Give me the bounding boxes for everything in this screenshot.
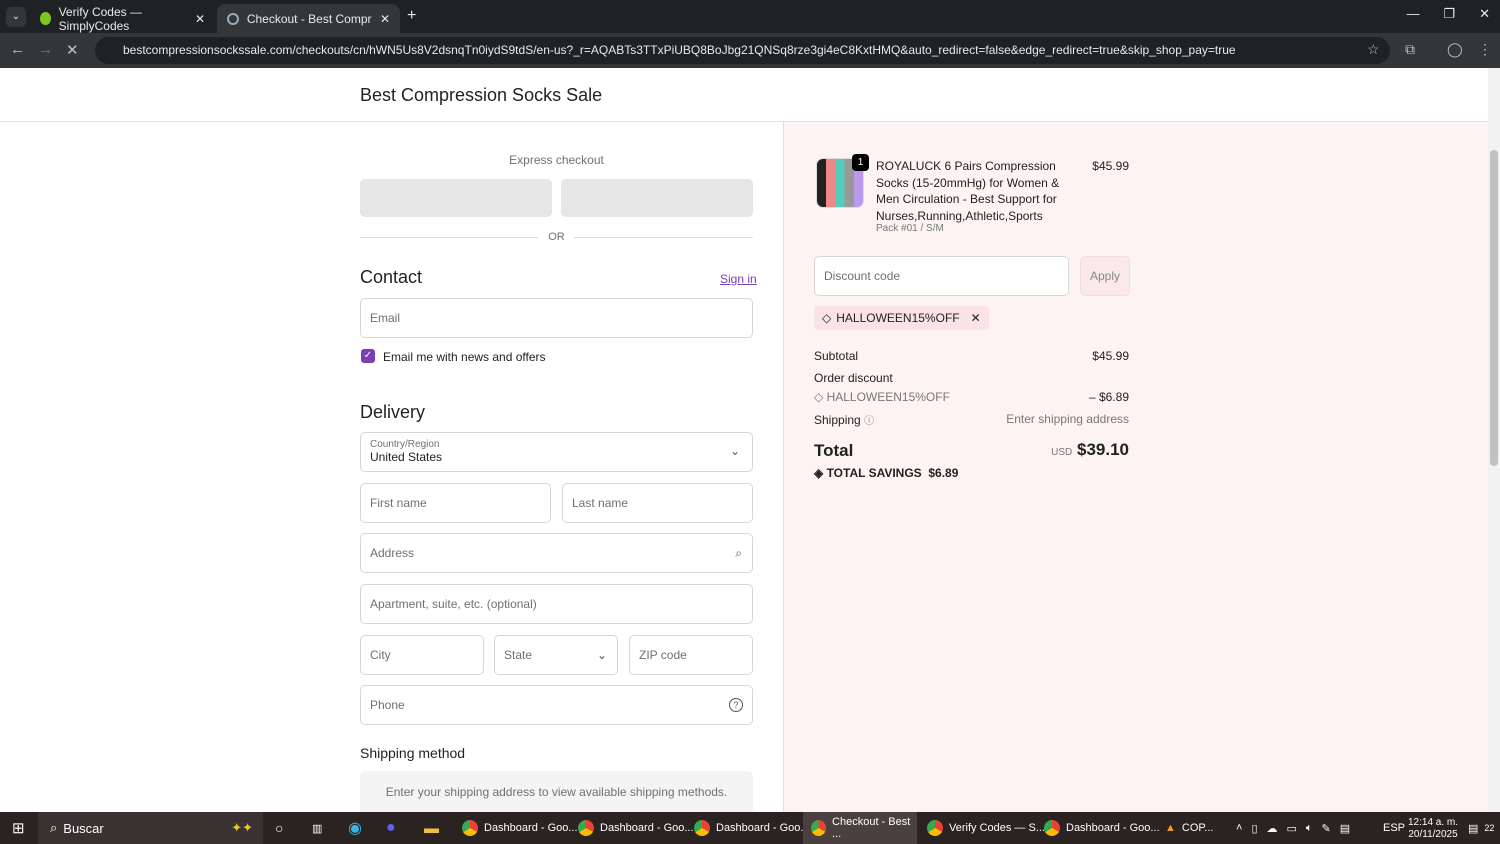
news-checkbox[interactable]: ✓	[361, 349, 375, 363]
forward-icon[interactable]: →	[38, 41, 53, 58]
quantity-badge: 1	[852, 154, 869, 171]
taskbar-item[interactable]: Dashboard - Goo...	[1044, 812, 1160, 844]
close-tab-icon[interactable]: ✕	[380, 12, 390, 26]
edge-icon[interactable]: ◉	[348, 812, 362, 844]
city-field[interactable]: City	[360, 635, 484, 675]
discount-amount: – $6.89	[1088, 390, 1129, 404]
total-savings: ◈ TOTAL SAVINGS $6.89	[814, 466, 959, 480]
cortana-icon[interactable]: ○	[275, 812, 283, 844]
taskbar-item[interactable]: Dashboard - Goo...	[694, 812, 810, 844]
loading-icon	[227, 12, 239, 25]
or-label: OR	[548, 231, 565, 243]
discount-code-field[interactable]: Discount code	[814, 256, 1069, 296]
help-icon[interactable]: ⓘ	[864, 416, 874, 427]
address-field[interactable]: Address ⌕	[360, 533, 753, 573]
tab-label: Checkout - Best Compression S	[246, 11, 372, 26]
scrollbar-thumb[interactable]	[1490, 150, 1498, 466]
taskbar-item[interactable]: ▲ COP...	[1165, 812, 1213, 844]
delivery-heading: Delivery	[360, 402, 426, 422]
news-checkbox-label: Email me with news and offers	[383, 350, 546, 364]
product-variant: Pack #01 / S/M	[876, 223, 944, 234]
language-indicator[interactable]: ESP	[1383, 812, 1405, 844]
address-bar: ← → ✕ bestcompressionsockssale.com/check…	[0, 33, 1500, 68]
notifications-icon[interactable]: ▤ 22	[1468, 812, 1494, 844]
taskbar-search[interactable]: ⌕ Buscar ✦✦	[38, 812, 263, 844]
country-select[interactable]: Country/Region United States ⌄	[360, 432, 753, 472]
chevron-down-icon: ⌄	[596, 648, 607, 662]
divider	[574, 237, 753, 238]
clock[interactable]: 12:14 a. m. 20/11/2025	[1408, 812, 1458, 844]
total-value: USD $39.10	[1051, 440, 1129, 459]
new-tab-icon[interactable]: +	[407, 7, 416, 25]
shipping-method-heading: Shipping method	[360, 745, 466, 761]
tab-verify-codes[interactable]: Verify Codes — SimplyCodes ✕	[30, 4, 215, 33]
file-explorer-icon[interactable]: ▬	[424, 812, 439, 844]
apply-button[interactable]: Apply	[1080, 256, 1130, 296]
total-label: Total	[814, 441, 854, 460]
last-name-field[interactable]: Last name	[562, 483, 753, 523]
apartment-field[interactable]: Apartment, suite, etc. (optional)	[360, 584, 753, 624]
tab-label: Verify Codes — SimplyCodes	[58, 4, 142, 33]
store-name[interactable]: Best Compression Socks Sale	[360, 85, 602, 106]
state-select[interactable]: State ⌄	[494, 635, 618, 675]
order-discount-label: Order discount	[814, 371, 893, 385]
help-icon[interactable]: ?	[729, 698, 743, 712]
product-title: ROYALUCK 6 Pairs Compression Socks (15-2…	[876, 159, 1060, 223]
checkout-form: Express checkout OR Contact Sign in Emai…	[0, 122, 783, 816]
start-button[interactable]: ⊞	[12, 812, 25, 844]
phone-field[interactable]: Phone?	[360, 685, 753, 725]
shipping-label: Shipping ⓘ	[814, 413, 875, 427]
express-pay-button-1[interactable]	[360, 179, 552, 217]
tab-bar: ⌄ Verify Codes — SimplyCodes ✕ Checkout …	[0, 0, 1500, 33]
subtotal-value: $45.99	[1092, 349, 1129, 363]
taskbar-item[interactable]: Dashboard - Goo...	[462, 812, 578, 844]
task-view-icon[interactable]: ▥	[312, 812, 322, 844]
divider	[360, 237, 538, 238]
contact-heading: Contact	[360, 267, 423, 287]
close-window-icon[interactable]: ✕	[1479, 6, 1490, 22]
remove-discount-icon[interactable]: ✕	[971, 311, 981, 325]
sign-in-link[interactable]: Sign in	[720, 272, 757, 286]
simplycodes-icon	[40, 12, 51, 25]
discord-icon[interactable]: ●	[386, 812, 396, 844]
system-tray[interactable]: ˄ ▯ ☁ ▭ 🔈︎ ✎ ▤	[1236, 812, 1350, 844]
express-checkout-label: Express checkout	[509, 153, 604, 167]
url-input[interactable]: bestcompressionsockssale.com/checkouts/c…	[95, 37, 1390, 64]
email-field[interactable]: Email	[360, 298, 753, 338]
tab-search-button[interactable]: ⌄	[6, 7, 26, 27]
order-summary: 1 ROYALUCK 6 Pairs Compression Socks (15…	[783, 122, 1488, 812]
tag-icon: ◈	[814, 466, 827, 480]
chevron-down-icon: ⌄	[729, 444, 740, 458]
back-icon[interactable]: ←	[10, 41, 25, 58]
applied-discount-chip: ◇ HALLOWEEN15%OFF ✕	[814, 306, 989, 330]
menu-icon[interactable]: ⋮	[1478, 41, 1492, 58]
taskbar-item[interactable]: Dashboard - Goo...	[578, 812, 694, 844]
tab-checkout[interactable]: Checkout - Best Compression S ✕	[217, 4, 400, 33]
tag-icon: ◇	[814, 390, 827, 404]
close-tab-icon[interactable]: ✕	[195, 12, 205, 26]
discount-code-line: ◇ HALLOWEEN15%OFF	[814, 390, 950, 404]
stop-loading-icon[interactable]: ✕	[66, 41, 79, 59]
product-price: $45.99	[1092, 159, 1129, 173]
minimize-icon[interactable]: —	[1406, 6, 1419, 22]
taskbar-item[interactable]: Verify Codes — S...	[927, 812, 1045, 844]
bookmark-star-icon[interactable]: ☆	[1367, 41, 1380, 58]
search-icon: ⌕	[50, 820, 58, 835]
store-header: Best Compression Socks Sale	[0, 68, 1488, 122]
subtotal-label: Subtotal	[814, 349, 859, 363]
shipping-value: Enter shipping address	[1006, 412, 1129, 426]
profile-icon[interactable]: ◯	[1447, 41, 1463, 58]
copilot-sparkle-icon: ✦✦	[231, 820, 253, 835]
zip-field[interactable]: ZIP code	[629, 635, 753, 675]
taskbar: ⊞ ⌕ Buscar ✦✦ ○ ▥ ◉ ● ▬ Dashboard - Goo...…	[0, 812, 1500, 844]
shipping-method-message: Enter your shipping address to view avai…	[360, 771, 753, 816]
search-icon: ⌕	[735, 545, 742, 560]
restore-icon[interactable]: ❐	[1443, 6, 1455, 22]
taskbar-item-active[interactable]: Checkout - Best ...	[803, 812, 917, 844]
tag-icon: ◇	[822, 311, 832, 325]
express-pay-button-2[interactable]	[561, 179, 753, 217]
scrollbar[interactable]	[1488, 68, 1500, 812]
extensions-icon[interactable]: ⧉	[1405, 41, 1415, 58]
first-name-field[interactable]: First name	[360, 483, 551, 523]
